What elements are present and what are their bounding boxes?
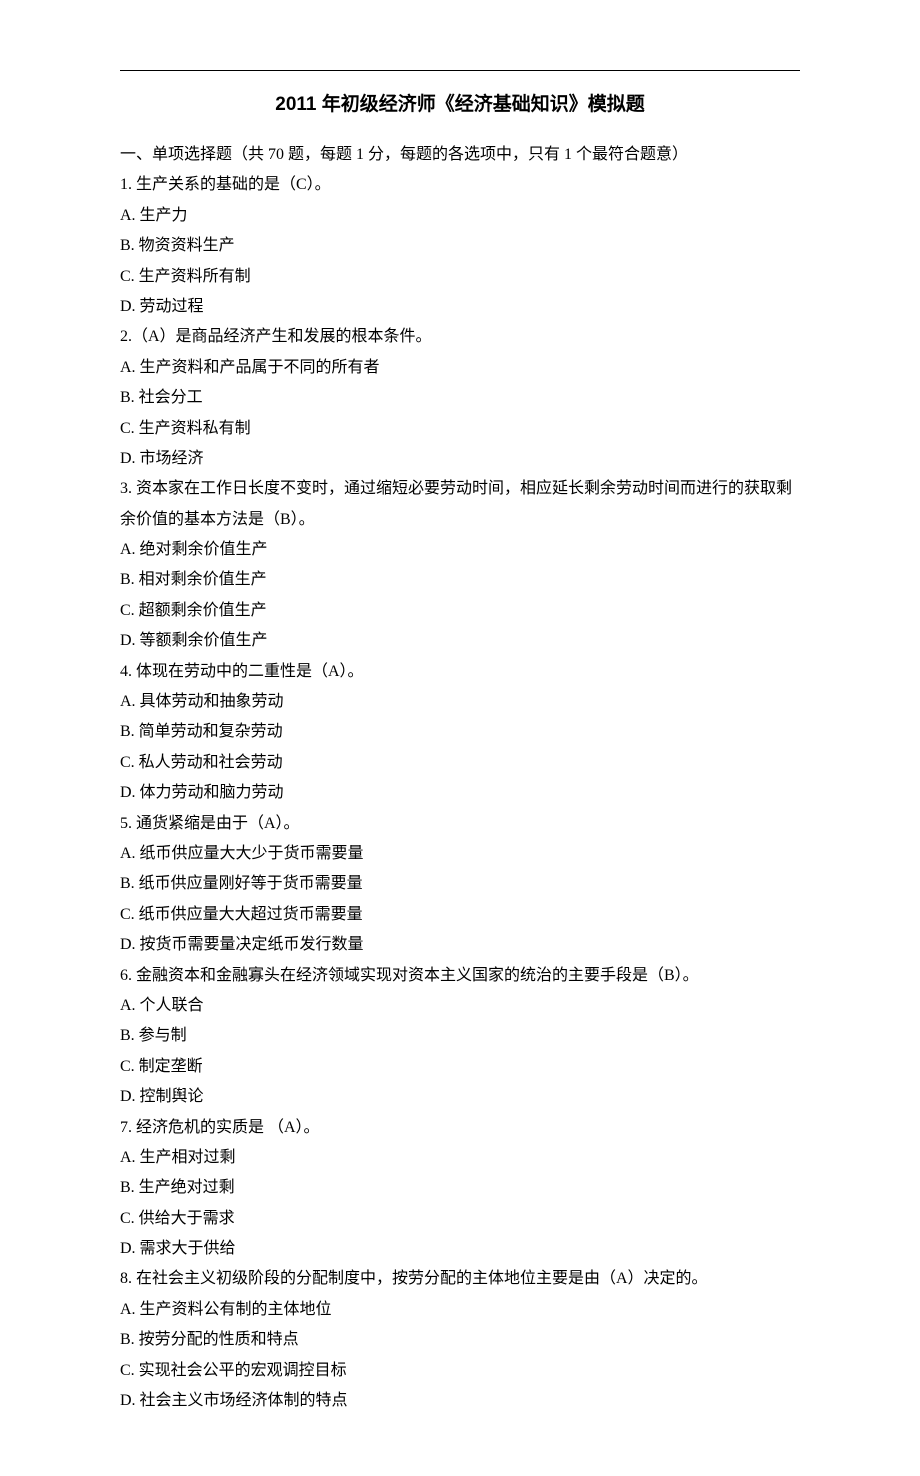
question-option: A. 个人联合: [120, 991, 800, 1021]
question-option: D. 等额剩余价值生产: [120, 626, 800, 656]
question-stem: 6. 金融资本和金融寡头在经济领域实现对资本主义国家的统治的主要手段是（B）。: [120, 961, 800, 991]
question-stem: 2.（A）是商品经济产生和发展的根本条件。: [120, 322, 800, 352]
question-option: B. 生产绝对过剩: [120, 1173, 800, 1203]
question-stem: 7. 经济危机的实质是 （A）。: [120, 1113, 800, 1143]
question-option: A. 生产资料和产品属于不同的所有者: [120, 353, 800, 383]
question-option: A. 生产资料公有制的主体地位: [120, 1295, 800, 1325]
question-option: A. 纸币供应量大大少于货币需要量: [120, 839, 800, 869]
question-option: C. 纸币供应量大大超过货币需要量: [120, 900, 800, 930]
question-option: C. 实现社会公平的宏观调控目标: [120, 1356, 800, 1386]
question-option: C. 生产资料私有制: [120, 414, 800, 444]
question-option: B. 纸币供应量刚好等于货币需要量: [120, 869, 800, 899]
question-option: C. 制定垄断: [120, 1052, 800, 1082]
question-option: B. 相对剩余价值生产: [120, 565, 800, 595]
question-stem: 1. 生产关系的基础的是（C）。: [120, 170, 800, 200]
question-option: D. 市场经济: [120, 444, 800, 474]
question-option: C. 供给大于需求: [120, 1204, 800, 1234]
question-stem: 8. 在社会主义初级阶段的分配制度中，按劳分配的主体地位主要是由（A）决定的。: [120, 1264, 800, 1294]
section-heading: 一、单项选择题（共 70 题，每题 1 分，每题的各选项中，只有 1 个最符合题…: [120, 140, 800, 170]
question-option: C. 生产资料所有制: [120, 262, 800, 292]
question-option: D. 社会主义市场经济体制的特点: [120, 1386, 800, 1416]
question-option: B. 按劳分配的性质和特点: [120, 1325, 800, 1355]
question-option: A. 具体劳动和抽象劳动: [120, 687, 800, 717]
questions-container: 1. 生产关系的基础的是（C）。A. 生产力B. 物资资料生产C. 生产资料所有…: [120, 170, 800, 1416]
question-option: C. 超额剩余价值生产: [120, 596, 800, 626]
question-option: D. 需求大于供给: [120, 1234, 800, 1264]
question-option: D. 按货币需要量决定纸币发行数量: [120, 930, 800, 960]
question-option: A. 生产相对过剩: [120, 1143, 800, 1173]
question-option: D. 控制舆论: [120, 1082, 800, 1112]
question-stem: 4. 体现在劳动中的二重性是（A）。: [120, 657, 800, 687]
document-title: 2011 年初级经济师《经济基础知识》模拟题: [120, 89, 800, 116]
question-option: C. 私人劳动和社会劳动: [120, 748, 800, 778]
question-option: B. 简单劳动和复杂劳动: [120, 717, 800, 747]
question-option: A. 生产力: [120, 201, 800, 231]
question-option: D. 体力劳动和脑力劳动: [120, 778, 800, 808]
question-option: D. 劳动过程: [120, 292, 800, 322]
question-option: B. 物资资料生产: [120, 231, 800, 261]
document-page: 2011 年初级经济师《经济基础知识》模拟题 一、单项选择题（共 70 题，每题…: [0, 0, 920, 1476]
question-stem: 3. 资本家在工作日长度不变时，通过缩短必要劳动时间，相应延长剩余劳动时间而进行…: [120, 474, 800, 535]
question-stem: 5. 通货紧缩是由于（A）。: [120, 809, 800, 839]
question-option: A. 绝对剩余价值生产: [120, 535, 800, 565]
question-option: B. 社会分工: [120, 383, 800, 413]
top-horizontal-rule: [120, 70, 800, 71]
question-option: B. 参与制: [120, 1021, 800, 1051]
